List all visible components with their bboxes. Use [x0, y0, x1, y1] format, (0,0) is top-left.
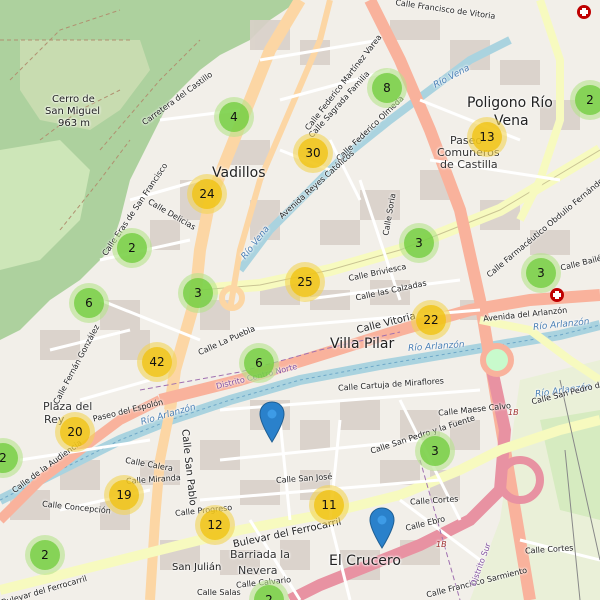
marker-cluster[interactable]: 20 [55, 412, 95, 452]
cluster-count: 8 [372, 73, 402, 103]
marker-cluster[interactable]: 19 [104, 475, 144, 515]
cluster-count: 11 [314, 490, 344, 520]
marker-cluster[interactable]: 22 [411, 300, 451, 340]
marker-cluster[interactable]: 4 [214, 97, 254, 137]
cluster-count: 2 [117, 233, 147, 263]
cluster-count: 25 [290, 267, 320, 297]
cluster-count: 3 [404, 228, 434, 258]
marker-cluster[interactable]: 2 [25, 535, 65, 575]
cluster-count: 13 [472, 122, 502, 152]
place-label: Barriada la [230, 548, 290, 561]
map-pin-icon[interactable] [259, 401, 285, 443]
marker-cluster[interactable]: 25 [285, 262, 325, 302]
marker-cluster[interactable]: 6 [69, 283, 109, 323]
street-label: San Julián [172, 562, 222, 573]
cluster-count: 24 [192, 179, 222, 209]
place-label: Nevera [238, 564, 278, 577]
marker-cluster[interactable]: 3 [178, 273, 218, 313]
cluster-count: 19 [109, 480, 139, 510]
cluster-count: 6 [74, 288, 104, 318]
map-pin-icon[interactable] [369, 507, 395, 549]
map-view[interactable]: Vadillos Poligono Río Vena Villa Pilar E… [0, 0, 600, 600]
marker-cluster[interactable]: 3 [521, 253, 561, 293]
marker-cluster[interactable]: 12 [195, 505, 235, 545]
place-label: Poligono Río [467, 95, 553, 111]
marker-cluster[interactable]: 3 [399, 223, 439, 263]
cluster-count: 3 [526, 258, 556, 288]
peak-label: San Miguel [45, 106, 101, 117]
cluster-count: 42 [142, 347, 172, 377]
place-label: de Castilla [440, 158, 498, 171]
marker-cluster[interactable]: 3 [415, 431, 455, 471]
cluster-count: 30 [298, 138, 328, 168]
cluster-count: 20 [60, 417, 90, 447]
marker-cluster[interactable]: 24 [187, 174, 227, 214]
street-label: Calle Salas [197, 588, 241, 597]
cluster-count: 2 [0, 443, 18, 473]
place-label: Plaza del [43, 400, 93, 413]
cluster-count: 4 [219, 102, 249, 132]
peak-label: 963 m [58, 118, 91, 129]
marker-cluster[interactable]: 13 [467, 117, 507, 157]
cluster-count: 3 [420, 436, 450, 466]
cluster-count: 22 [416, 305, 446, 335]
place-label: El Crucero [329, 553, 401, 569]
road-ref-label: 1B [508, 408, 519, 417]
road-ref-label: 1B [436, 540, 447, 549]
marker-cluster[interactable]: 8 [367, 68, 407, 108]
marker-cluster[interactable]: 2 [112, 228, 152, 268]
cluster-count: 3 [183, 278, 213, 308]
cluster-count: 2 [30, 540, 60, 570]
peak-label: Cerro de [52, 94, 95, 105]
place-label: Villa Pilar [330, 336, 395, 352]
cluster-count: 2 [575, 85, 600, 115]
cluster-count: 12 [200, 510, 230, 540]
marker-cluster[interactable]: 6 [239, 343, 279, 383]
marker-cluster[interactable]: 42 [137, 342, 177, 382]
roundabout [480, 343, 514, 377]
marker-cluster[interactable]: 11 [309, 485, 349, 525]
hospital-cross-icon [550, 288, 564, 302]
cluster-count: 6 [244, 348, 274, 378]
cluster-count: 2 [254, 585, 284, 600]
marker-cluster[interactable]: 30 [293, 133, 333, 173]
